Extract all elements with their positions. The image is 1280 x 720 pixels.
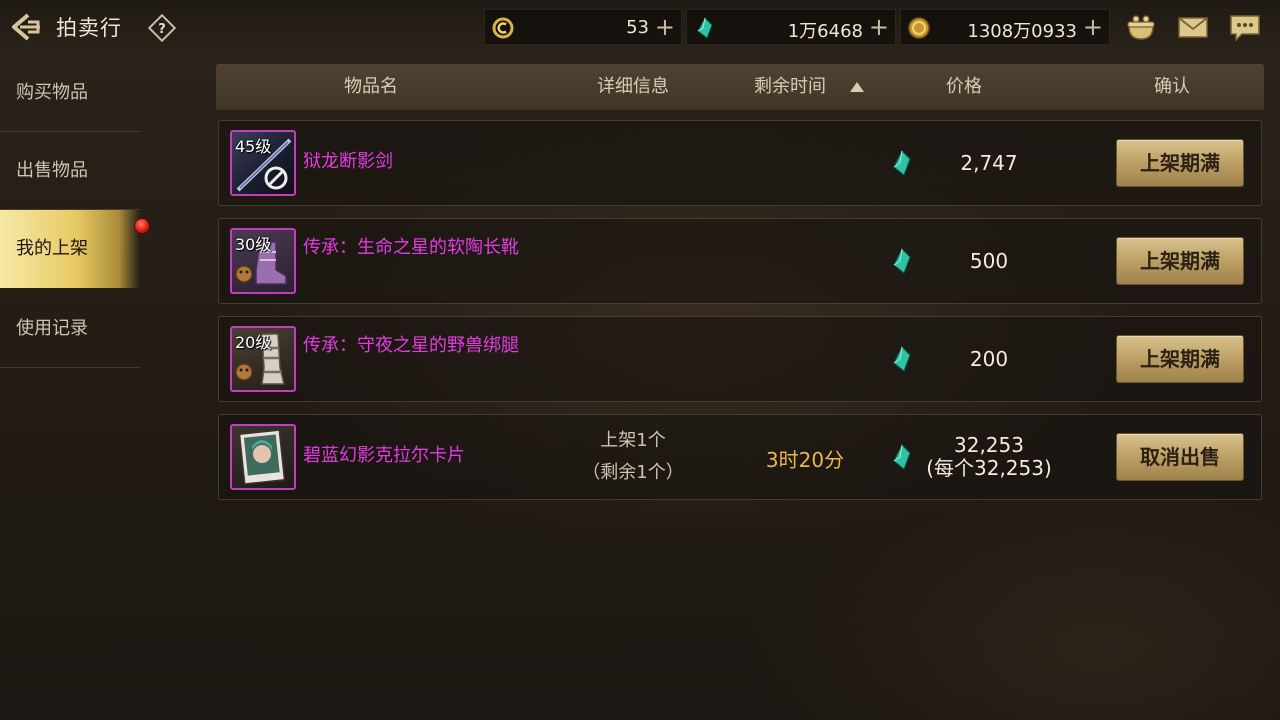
- table-row[interactable]: 45级 狱龙断影剑 2,747 上架期满: [218, 120, 1262, 206]
- price-value: 200: [969, 347, 1009, 371]
- back-arrow-icon[interactable]: [8, 10, 44, 44]
- character-card-icon: [238, 429, 286, 485]
- currency-c-coin: 53 +: [484, 9, 682, 45]
- svg-text:?: ?: [158, 22, 166, 37]
- listing-expired-button[interactable]: 上架期满: [1116, 237, 1244, 285]
- add-currency-button[interactable]: +: [1083, 12, 1103, 42]
- item-level: 20级: [235, 333, 272, 352]
- boots-item-icon[interactable]: 30级: [230, 228, 296, 294]
- currency-value: 53: [626, 17, 649, 38]
- c-coin-icon: [491, 16, 515, 40]
- table-header: 物品名 详细信息 剩余时间 价格 确认: [216, 64, 1264, 110]
- notification-dot: [134, 218, 150, 234]
- divider: [0, 367, 140, 368]
- remaining-quantity: （剩余1个）: [582, 462, 684, 483]
- listed-quantity: 上架1个: [600, 430, 666, 451]
- sidebar-item-label: 我的上架: [16, 238, 88, 259]
- table-row[interactable]: 碧蓝幻影克拉尔卡片 上架1个 （剩余1个） 3时20分 32,253 (每个32…: [218, 414, 1262, 500]
- gold-coin-icon: [907, 16, 931, 40]
- price-value: 32,253: [954, 433, 1024, 457]
- table-row[interactable]: 30级 传承：生命之星的软陶长靴 500 上架期满: [218, 218, 1262, 304]
- card-item-icon[interactable]: [230, 424, 296, 490]
- page-title: 拍卖行: [56, 16, 122, 40]
- sidebar-item-history[interactable]: 使用记录: [0, 290, 140, 368]
- item-name: 传承：生命之星的软陶长靴: [303, 237, 519, 258]
- price-each: (每个32,253): [926, 456, 1052, 480]
- currency-teal-gem: 1万6468 +: [686, 9, 896, 45]
- top-bar: 拍卖行 ? 53 + 1万6468 + 1308万0933 +: [0, 0, 1280, 54]
- column-header-confirm: 确认: [1154, 76, 1190, 97]
- item-name: 狱龙断影剑: [303, 151, 393, 172]
- sidebar-item-label: 出售物品: [16, 160, 88, 181]
- chat-icon[interactable]: [1228, 10, 1262, 44]
- currency-value: 1308万0933: [967, 21, 1077, 42]
- coin-purse-icon[interactable]: [1124, 10, 1158, 44]
- listing-expired-button[interactable]: 上架期满: [1116, 139, 1244, 187]
- column-header-detail: 详细信息: [597, 76, 669, 97]
- sword-item-icon[interactable]: 45级: [230, 130, 296, 196]
- item-level: 30级: [235, 235, 272, 254]
- sidebar-item-sell[interactable]: 出售物品: [0, 132, 140, 210]
- add-currency-button[interactable]: +: [655, 12, 675, 42]
- add-currency-button[interactable]: +: [869, 12, 889, 42]
- price-value: 2,747: [960, 151, 1018, 175]
- column-header-name: 物品名: [344, 76, 398, 97]
- sidebar-item-buy[interactable]: 购买物品: [0, 54, 140, 132]
- item-name: 传承：守夜之星的野兽绑腿: [303, 335, 519, 356]
- listing-expired-button[interactable]: 上架期满: [1116, 335, 1244, 383]
- time-left: 3时20分: [765, 448, 845, 472]
- sidebar-item-label: 购买物品: [16, 82, 88, 103]
- help-icon[interactable]: ?: [147, 13, 177, 43]
- sort-ascending-icon[interactable]: [850, 82, 864, 92]
- sidebar-item-my-listings[interactable]: 我的上架: [0, 210, 140, 288]
- column-header-price: 价格: [946, 76, 982, 97]
- leg-guard-item-icon[interactable]: 20级: [230, 326, 296, 392]
- cancel-sale-button[interactable]: 取消出售: [1116, 433, 1244, 481]
- price-value: 500: [969, 249, 1009, 273]
- mail-icon[interactable]: [1176, 10, 1210, 44]
- item-name: 碧蓝幻影克拉尔卡片: [303, 445, 465, 466]
- column-header-time-left[interactable]: 剩余时间: [731, 64, 849, 110]
- sidebar-item-label: 使用记录: [16, 318, 88, 339]
- item-level: 45级: [235, 137, 272, 156]
- table-row[interactable]: 20级 传承：守夜之星的野兽绑腿 200 上架期满: [218, 316, 1262, 402]
- sidebar: 购买物品 出售物品 我的上架 使用记录: [0, 54, 150, 720]
- currency-gold-coin: 1308万0933 +: [900, 9, 1110, 45]
- currency-value: 1万6468: [787, 21, 863, 42]
- teal-gem-icon: [693, 16, 717, 40]
